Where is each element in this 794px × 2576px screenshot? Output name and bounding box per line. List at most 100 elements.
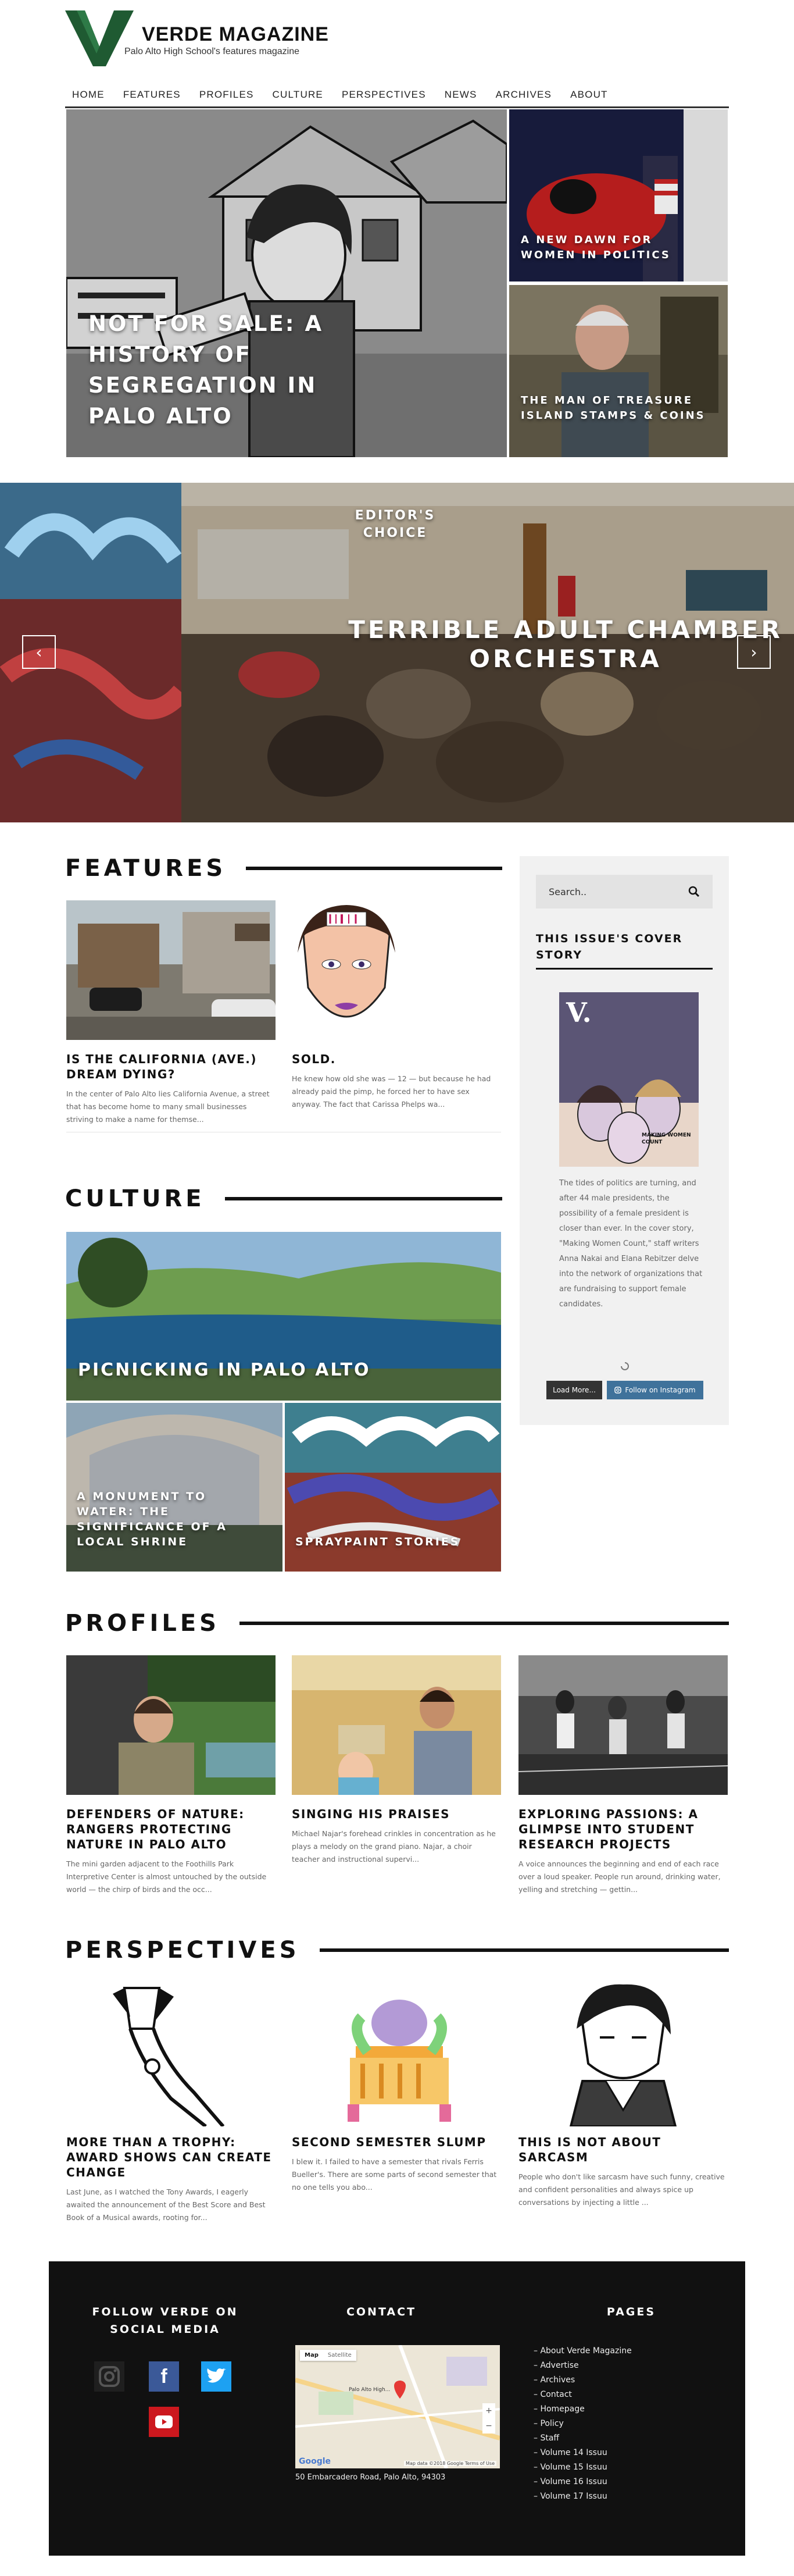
facebook-icon: f <box>160 2365 167 2388</box>
features-card-2-image[interactable] <box>292 900 401 1040</box>
perspectives-card-2-image[interactable] <box>292 1982 501 2126</box>
sarcasm-illustration <box>518 1982 728 2126</box>
features-heading: FEATURES <box>65 854 502 883</box>
map-tab-map[interactable]: Map <box>300 2350 323 2361</box>
hero-side-title-1[interactable]: A NEW DAWN FOR WOMEN IN POLITICS <box>521 233 695 263</box>
cover-heading-rule <box>536 968 713 970</box>
pages-link[interactable]: – About Verde Magazine <box>534 2344 720 2358</box>
footer-contact-heading: CONTACT <box>346 2306 417 2318</box>
features-heading-text[interactable]: FEATURES <box>65 855 226 882</box>
pages-link[interactable]: – Archives <box>534 2373 720 2388</box>
nav-profiles[interactable]: PROFILES <box>199 89 254 101</box>
youtube-icon <box>155 2415 173 2428</box>
map-zoom-controls[interactable]: + − <box>482 2403 495 2434</box>
pages-link-label: Advertise <box>540 2361 579 2370</box>
pages-link[interactable]: – Volume 15 Issuu <box>534 2460 720 2475</box>
map-tab-satellite[interactable]: Satellite <box>323 2350 356 2361</box>
pages-link[interactable]: – Homepage <box>534 2402 720 2417</box>
twitter-link[interactable] <box>201 2361 231 2392</box>
nav-features[interactable]: FEATURES <box>123 89 181 101</box>
cover-image[interactable]: V. MAKING WOMEN COUNT <box>559 992 699 1167</box>
hero-side-story-1[interactable]: A NEW DAWN FOR WOMEN IN POLITICS <box>509 109 728 282</box>
ranger-photo <box>66 1655 276 1795</box>
profiles-card-1-image[interactable] <box>66 1655 276 1795</box>
contact-map[interactable]: Map Satellite Palo Alto High... + − Goog… <box>295 2345 500 2468</box>
culture-story-2[interactable]: SPRAYPAINT STORIES <box>285 1403 501 1572</box>
search-box[interactable]: Search.. <box>536 875 713 908</box>
hero-side-story-2[interactable]: THE MAN OF TREASURE ISLAND STAMPS & COIN… <box>509 285 728 457</box>
nav-news[interactable]: NEWS <box>445 89 477 101</box>
pages-link[interactable]: – Volume 16 Issuu <box>534 2475 720 2489</box>
page: VERDE MAGAZINE Palo Alto High School's f… <box>0 0 794 2576</box>
slider-prev-button[interactable]: ‹ <box>22 635 56 669</box>
zoom-in-icon[interactable]: + <box>485 2406 492 2415</box>
culture-main-title[interactable]: PICNICKING IN PALO ALTO <box>78 1359 485 1382</box>
culture-story-1[interactable]: A MONUMENT TO WATER: THE SIGNIFICANCE OF… <box>66 1403 282 1572</box>
pages-link[interactable]: – Contact <box>534 2388 720 2402</box>
load-more-label: Load More... <box>553 1386 596 1394</box>
culture-story-2-title[interactable]: SPRAYPAINT STORIES <box>295 1534 481 1549</box>
search-input[interactable]: Search.. <box>549 886 586 897</box>
nav-archives[interactable]: ARCHIVES <box>496 89 552 101</box>
profiles-card-3-image[interactable] <box>518 1655 728 1795</box>
map-attribution: Map data ©2018 Google Terms of Use <box>404 2461 496 2466</box>
perspectives-heading-text[interactable]: PERSPECTIVES <box>65 1937 300 1964</box>
nav-culture[interactable]: CULTURE <box>273 89 323 101</box>
search-icon[interactable] <box>688 886 700 897</box>
instagram-icon <box>614 1387 622 1394</box>
pages-link-label: Volume 15 Issuu <box>540 2463 607 2472</box>
features-card-1-excerpt: In the center of Palo Alto lies Californ… <box>66 1089 270 1124</box>
footer-pages-heading: PAGES <box>606 2306 656 2318</box>
profiles-card-2-image[interactable] <box>292 1655 501 1795</box>
slider-story-title[interactable]: TERRIBLE ADULT CHAMBER ORCHESTRA <box>337 615 794 674</box>
profiles-card-3-excerpt: A voice announces the beginning and end … <box>518 1859 721 1894</box>
culture-story-1-title[interactable]: A MONUMENT TO WATER: THE SIGNIFICANCE OF… <box>77 1489 228 1549</box>
culture-main-story[interactable]: PICNICKING IN PALO ALTO <box>66 1232 501 1401</box>
youtube-link[interactable] <box>149 2407 179 2437</box>
editors-choice-slider[interactable]: EDITOR'S CHOICE TERRIBLE ADULT CHAMBER O… <box>0 483 794 822</box>
culture-heading-text[interactable]: CULTURE <box>65 1185 205 1212</box>
pages-link-label: Contact <box>540 2390 572 2399</box>
nav-about[interactable]: ABOUT <box>570 89 608 101</box>
instagram-link[interactable] <box>94 2361 124 2392</box>
perspectives-card-1-excerpt: Last June, as I watched the Tony Awards,… <box>66 2187 266 2222</box>
pages-link[interactable]: – Policy <box>534 2417 720 2431</box>
nav-home[interactable]: HOME <box>72 89 105 101</box>
pages-link[interactable]: – Advertise <box>534 2358 720 2373</box>
profiles-card-1-title[interactable]: DEFENDERS OF NATURE: RANGERS PROTECTING … <box>66 1807 276 1852</box>
slider-next-button[interactable]: › <box>737 635 771 669</box>
load-more-button[interactable]: Load More... <box>546 1381 602 1399</box>
map-type-toggle[interactable]: Map Satellite <box>300 2350 356 2361</box>
verde-logo[interactable] <box>65 10 134 66</box>
site-title[interactable]: VERDE MAGAZINE <box>142 23 329 46</box>
hero-side-title-2[interactable]: THE MAN OF TREASURE ISLAND STAMPS & COIN… <box>521 393 707 423</box>
profiles-card-2-title[interactable]: SINGING HIS PRAISES <box>292 1807 501 1822</box>
follow-instagram-label: Follow on Instagram <box>625 1386 696 1394</box>
features-card-1-image[interactable] <box>66 900 276 1040</box>
perspectives-card-1-title[interactable]: MORE THAN A TROPHY: AWARD SHOWS CAN CREA… <box>66 2135 276 2180</box>
editors-choice-label: EDITOR'S CHOICE <box>355 508 436 540</box>
nav-perspectives[interactable]: PERSPECTIVES <box>342 89 426 101</box>
perspectives-card-2-title[interactable]: SECOND SEMESTER SLUMP <box>292 2135 501 2150</box>
hero-main-story[interactable]: NOT FOR SALE: A HISTORY OF SEGREGATION I… <box>66 109 507 457</box>
features-card-2-title[interactable]: SOLD. <box>292 1052 501 1067</box>
perspectives-card-3-title[interactable]: THIS IS NOT ABOUT SARCASM <box>518 2135 728 2165</box>
twitter-icon <box>207 2368 226 2383</box>
najar-photo <box>292 1655 501 1795</box>
features-card-1-title[interactable]: IS THE CALIFORNIA (AVE.) DREAM DYING? <box>66 1052 276 1082</box>
cover-story-heading: THIS ISSUE'S COVER STORY <box>536 932 683 961</box>
zoom-out-icon[interactable]: − <box>485 2421 492 2431</box>
pages-link[interactable]: – Volume 17 Issuu <box>534 2489 720 2504</box>
follow-instagram-button[interactable]: Follow on Instagram <box>607 1381 703 1399</box>
perspectives-card-3-image[interactable] <box>518 1982 728 2126</box>
instagram-icon <box>99 2366 120 2387</box>
perspectives-card-1-image[interactable] <box>66 1982 276 2126</box>
pages-link[interactable]: – Volume 14 Issuu <box>534 2446 720 2460</box>
pages-link[interactable]: – Staff <box>534 2431 720 2446</box>
california-ave-photo <box>66 900 276 1040</box>
profiles-heading-text[interactable]: PROFILES <box>65 1610 220 1637</box>
hero-main-title[interactable]: NOT FOR SALE: A HISTORY OF SEGREGATION I… <box>88 308 391 432</box>
pages-link-label: Policy <box>540 2419 564 2428</box>
profiles-card-3-title[interactable]: EXPLORING PASSIONS: A GLIMPSE INTO STUDE… <box>518 1807 728 1852</box>
facebook-link[interactable]: f <box>149 2361 179 2392</box>
